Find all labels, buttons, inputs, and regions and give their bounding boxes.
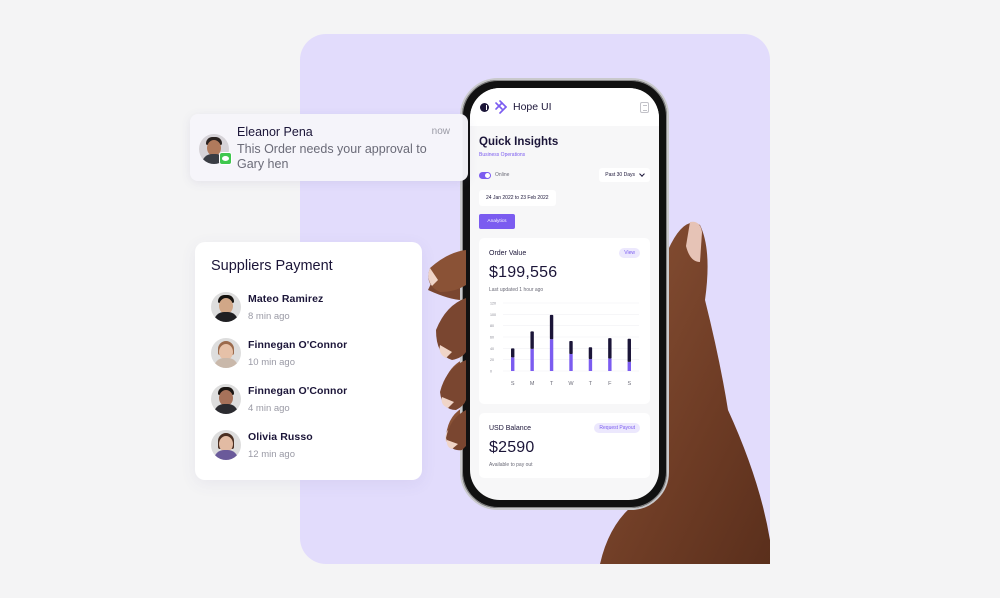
app-brand: Hope UI [513, 101, 552, 113]
bar-upper[interactable] [588, 347, 593, 360]
bar-upper[interactable] [627, 338, 631, 362]
y-tick-label: 60 [490, 336, 494, 340]
x-tick-label: T [550, 381, 554, 387]
bar-lower[interactable] [511, 357, 515, 371]
y-tick-label: 120 [490, 302, 496, 306]
date-range[interactable]: 24 Jan 2022 to 23 Feb 2022 [479, 190, 556, 206]
bar-lower[interactable] [530, 348, 534, 371]
x-tick-label: W [568, 381, 574, 387]
usd-balance-note: Available to pay out [489, 462, 533, 468]
usd-balance-amount: $2590 [489, 439, 535, 456]
dashboard-content: Quick Insights Business Operations Onlin… [470, 126, 659, 486]
supplier-name: Finnegan O'Connor [248, 384, 348, 397]
order-value-label: Order Value [489, 249, 527, 257]
notification-toast[interactable]: Eleanor Pena This Order needs your appro… [190, 114, 468, 181]
x-tick-label: T [589, 381, 593, 387]
bar-upper[interactable] [549, 314, 554, 340]
period-select-value: Past 30 Days [605, 172, 635, 178]
bar-upper[interactable] [511, 348, 515, 358]
suppliers-title: Suppliers Payment [211, 258, 333, 274]
phone-device: Hope UI Quick Insights Business Operatio… [460, 78, 669, 510]
y-tick-label: 40 [490, 347, 494, 351]
bar-upper[interactable] [569, 340, 573, 354]
online-label: Online [495, 172, 510, 178]
x-tick-label: F [608, 381, 612, 387]
avatar [211, 338, 241, 368]
bar-lower[interactable] [569, 354, 573, 371]
order-value-note: Last updated 1 hour ago [489, 287, 544, 293]
order-value-amount: $199,556 [489, 264, 558, 281]
y-tick-label: 80 [490, 324, 494, 328]
bar-lower[interactable] [588, 359, 593, 371]
avatar [211, 430, 241, 460]
supplier-name: Olivia Russo [248, 430, 313, 443]
y-tick-label: 100 [490, 313, 496, 317]
x-tick-label: S [627, 381, 631, 387]
avatar [211, 384, 241, 414]
x-tick-label: S [511, 381, 515, 387]
list-item[interactable]: Mateo Ramirez 8 min ago [211, 284, 406, 330]
usd-balance-label: USD Balance [489, 424, 532, 432]
y-tick-label: 0 [490, 370, 492, 374]
list-item[interactable]: Finnegan O'Connor 4 min ago [211, 376, 406, 422]
supplier-time: 10 min ago [248, 356, 296, 368]
suppliers-payment-card: Suppliers Payment Mateo Ramirez 8 min ag… [195, 242, 422, 480]
bar-upper[interactable] [608, 338, 612, 359]
page-title: Quick Insights [479, 136, 559, 148]
supplier-time: 8 min ago [248, 310, 290, 322]
bar-lower[interactable] [549, 339, 554, 371]
online-toggle[interactable] [479, 171, 491, 179]
hope-ui-logo-icon [495, 100, 507, 114]
bar-lower[interactable] [608, 358, 612, 371]
usd-balance-card: USD Balance Request Payout $2590 Availab… [479, 413, 650, 478]
x-tick-label: M [530, 381, 535, 387]
order-value-chart: 0 20 40 60 80 100 120 S M T W T F S [490, 302, 639, 387]
bar-upper[interactable] [530, 331, 534, 349]
y-tick-label: 20 [490, 358, 494, 362]
supplier-name: Finnegan O'Connor [248, 338, 348, 351]
list-item[interactable]: Finnegan O'Connor 10 min ago [211, 330, 406, 376]
supplier-name: Mateo Ramirez [248, 292, 324, 305]
request-payout-button[interactable]: Request Payout [594, 423, 640, 433]
order-value-card: Order Value View $199,556 Last updated 1… [479, 238, 650, 404]
messages-icon [219, 152, 232, 165]
menu-icon[interactable] [640, 101, 649, 113]
page-subtitle: Business Operations [479, 152, 526, 158]
sidebar-toggle-icon[interactable] [480, 102, 489, 112]
analytics-button[interactable]: Analytics [479, 214, 515, 229]
list-item[interactable]: Olivia Russo 12 min ago [211, 422, 406, 468]
avatar [211, 292, 241, 322]
supplier-time: 4 min ago [248, 402, 290, 414]
notification-message: This Order needs your approval to Gary h… [237, 142, 427, 171]
period-select[interactable]: Past 30 Days [599, 168, 650, 182]
supplier-time: 12 min ago [248, 448, 296, 460]
notification-sender: Eleanor Pena [237, 125, 313, 139]
phone-screen: Hope UI Quick Insights Business Operatio… [470, 88, 659, 500]
chevron-down-icon [639, 171, 645, 177]
view-button[interactable]: View [619, 248, 640, 258]
notification-time: now [431, 126, 450, 137]
bar-lower[interactable] [627, 361, 631, 371]
app-topbar: Hope UI [470, 88, 659, 126]
